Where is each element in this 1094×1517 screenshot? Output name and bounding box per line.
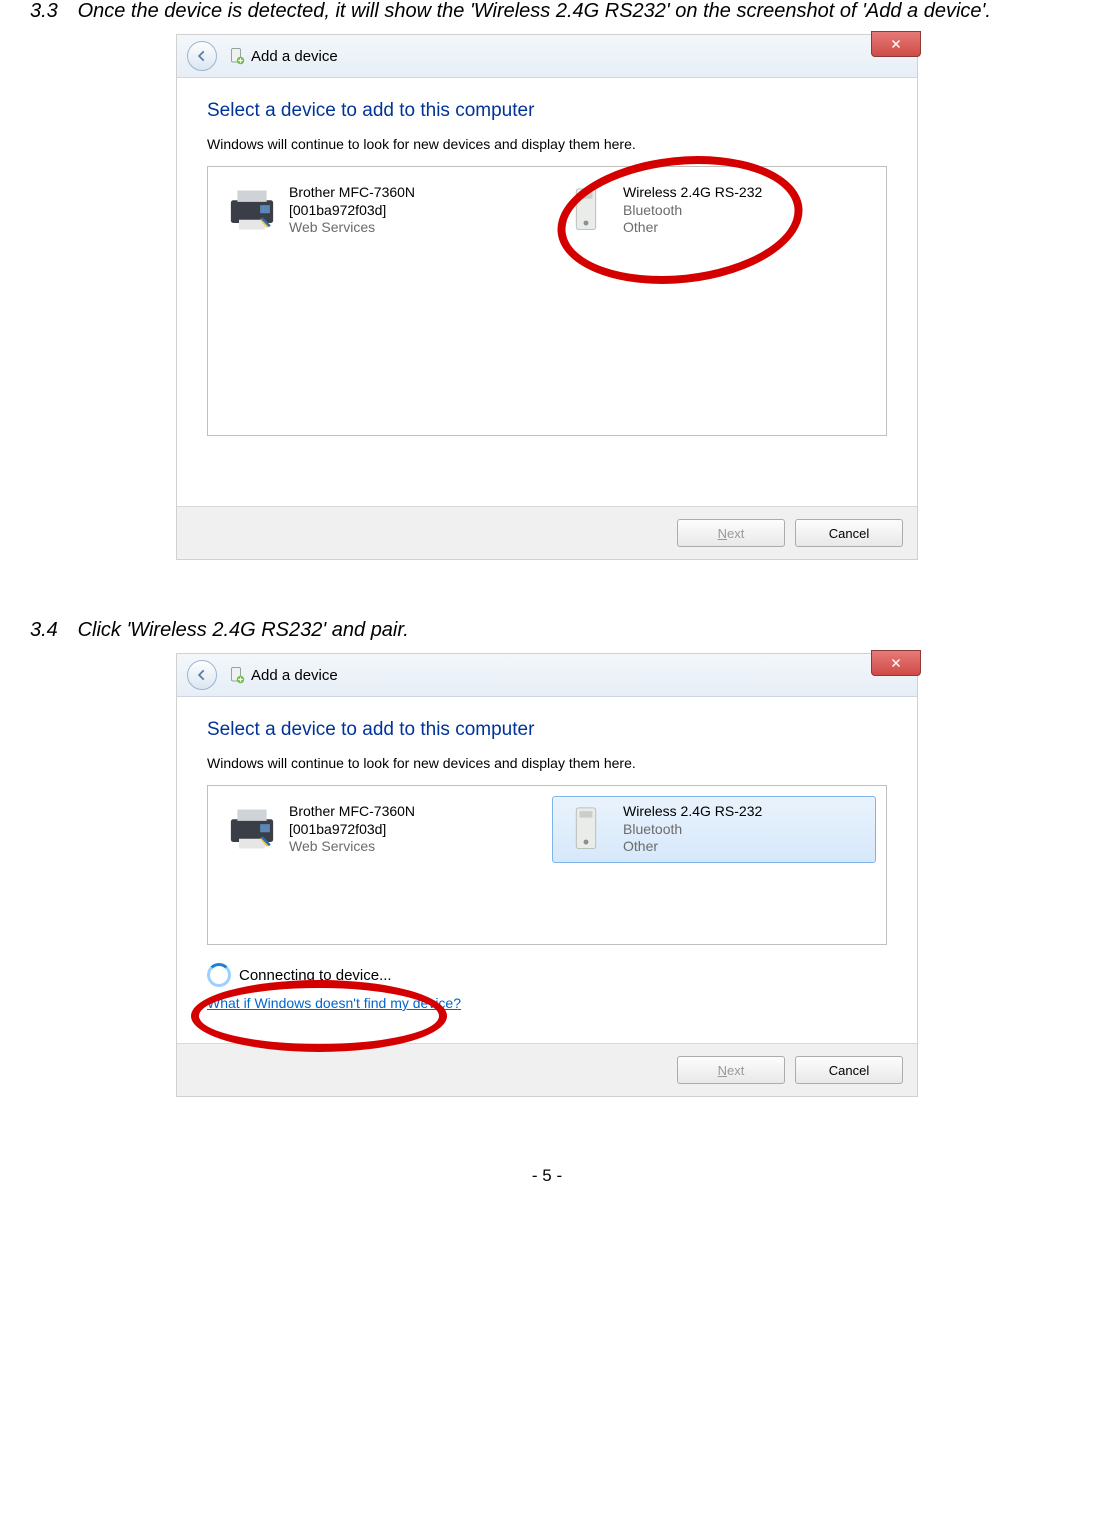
window-title: Add a device bbox=[251, 48, 338, 65]
printer-icon bbox=[225, 184, 279, 236]
device-name: Brother MFC-7360N bbox=[289, 803, 415, 821]
device-name: Wireless 2.4G RS-232 bbox=[623, 184, 762, 202]
step-3-3-text: Once the device is detected, it will sho… bbox=[78, 0, 991, 22]
close-icon bbox=[890, 38, 902, 50]
cancel-button[interactable]: Cancel bbox=[795, 1056, 903, 1084]
arrow-left-icon bbox=[195, 49, 209, 63]
step-3-3-number: 3.3 bbox=[30, 0, 72, 23]
device-name: Brother MFC-7360N bbox=[289, 184, 415, 202]
device-id: [001ba972f03d] bbox=[289, 202, 415, 220]
dialog-heading: Select a device to add to this computer bbox=[207, 719, 887, 741]
device-type: Other bbox=[623, 838, 762, 856]
step-3-3: 3.3 Once the device is detected, it will… bbox=[30, 0, 1064, 23]
device-item-printer[interactable]: Brother MFC-7360N [001ba972f03d] Web Ser… bbox=[218, 796, 542, 863]
step-3-4-number: 3.4 bbox=[30, 619, 72, 642]
help-link[interactable]: What if Windows doesn't find my device? bbox=[207, 995, 461, 1011]
device-proto: Bluetooth bbox=[623, 821, 762, 839]
window-title: Add a device bbox=[251, 667, 338, 684]
tower-icon bbox=[559, 184, 613, 236]
printer-icon bbox=[225, 803, 279, 855]
back-button[interactable] bbox=[187, 660, 217, 690]
titlebar: Add a device bbox=[177, 35, 917, 78]
next-button[interactable]: Next bbox=[677, 1056, 785, 1084]
device-list: Brother MFC-7360N [001ba972f03d] Web Ser… bbox=[207, 166, 887, 436]
close-icon bbox=[890, 657, 902, 669]
next-button[interactable]: Next bbox=[677, 519, 785, 547]
arrow-left-icon bbox=[195, 668, 209, 682]
device-name: Wireless 2.4G RS-232 bbox=[623, 803, 762, 821]
device-type: Other bbox=[623, 219, 762, 237]
status-row: Connecting to device... bbox=[207, 963, 887, 987]
close-button[interactable] bbox=[871, 650, 921, 676]
step-3-4-text: Click 'Wireless 2.4G RS232' and pair. bbox=[78, 619, 409, 641]
dialog-subtext: Windows will continue to look for new de… bbox=[207, 136, 887, 152]
screenshot-2: Add a device Select a device to add to t… bbox=[177, 654, 917, 1096]
device-item-printer[interactable]: Brother MFC-7360N [001ba972f03d] Web Ser… bbox=[218, 177, 542, 244]
dialog-heading: Select a device to add to this computer bbox=[207, 100, 887, 122]
screenshot-1: Add a device Select a device to add to t… bbox=[177, 35, 917, 559]
device-type: Web Services bbox=[289, 219, 415, 237]
close-button[interactable] bbox=[871, 31, 921, 57]
device-proto: Bluetooth bbox=[623, 202, 762, 220]
titlebar: Add a device bbox=[177, 654, 917, 697]
device-item-wireless-selected[interactable]: Wireless 2.4G RS-232 Bluetooth Other bbox=[552, 796, 876, 863]
device-id: [001ba972f03d] bbox=[289, 821, 415, 839]
device-item-wireless[interactable]: Wireless 2.4G RS-232 Bluetooth Other bbox=[552, 177, 876, 244]
dialog-footer: Next Cancel bbox=[177, 506, 917, 559]
add-device-icon bbox=[227, 666, 245, 684]
tower-icon bbox=[559, 803, 613, 855]
step-3-4: 3.4 Click 'Wireless 2.4G RS232' and pair… bbox=[30, 619, 1064, 642]
spinner-icon bbox=[207, 963, 231, 987]
page-number: 5 bbox=[30, 1166, 1064, 1186]
status-text: Connecting to device... bbox=[239, 967, 392, 984]
device-list: Brother MFC-7360N [001ba972f03d] Web Ser… bbox=[207, 785, 887, 945]
add-device-icon bbox=[227, 47, 245, 65]
back-button[interactable] bbox=[187, 41, 217, 71]
dialog-subtext: Windows will continue to look for new de… bbox=[207, 755, 887, 771]
device-type: Web Services bbox=[289, 838, 415, 856]
dialog-footer: Next Cancel bbox=[177, 1043, 917, 1096]
cancel-button[interactable]: Cancel bbox=[795, 519, 903, 547]
